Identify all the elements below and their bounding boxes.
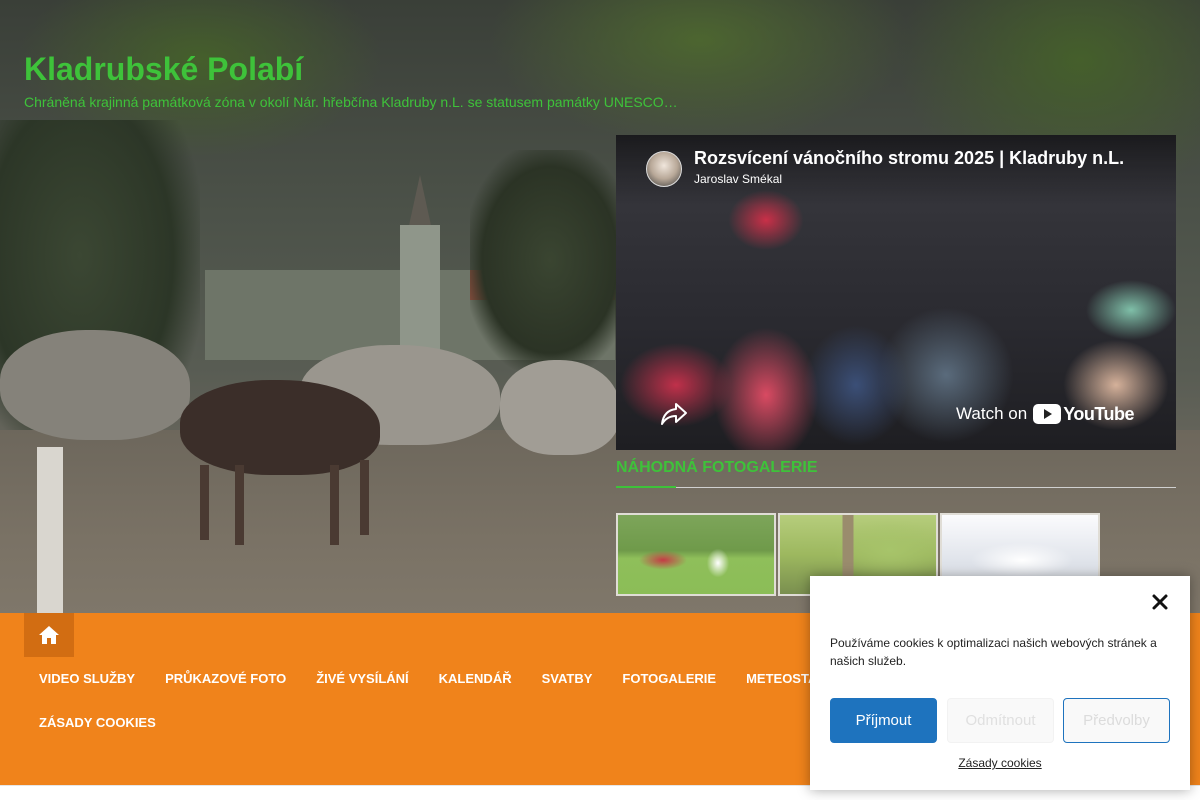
cookie-preferences-button[interactable]: Předvolby — [1063, 698, 1170, 743]
channel-avatar[interactable] — [646, 151, 682, 187]
accept-cookies-button[interactable]: Příjmout — [830, 698, 937, 743]
cookie-message: Používáme cookies k optimalizaci našich … — [830, 636, 1157, 668]
hero-fence-post — [37, 447, 63, 613]
nav-row: VIDEO SLUŽBY PRŮKAZOVÉ FOTO ŽIVÉ VYSÍLÁN… — [39, 671, 847, 687]
hero-foal-leg — [235, 465, 244, 545]
video-channel-name: Jaroslav Smékal — [694, 172, 783, 186]
home-button[interactable] — [24, 613, 74, 657]
nav-item-kalendar[interactable]: KALENDÁŘ — [439, 671, 512, 687]
gallery-heading: NÁHODNÁ FOTOGALERIE — [616, 459, 818, 476]
home-icon — [39, 626, 59, 644]
deny-cookies-button[interactable]: Odmítnout — [947, 698, 1054, 743]
nav-item-prukazove-foto[interactable]: PRŮKAZOVÉ FOTO — [165, 671, 286, 687]
nav-item-video-sluzby[interactable]: VIDEO SLUŽBY — [39, 671, 135, 687]
hero-horse — [500, 360, 620, 455]
hero-background-spire — [408, 175, 432, 230]
hero-horse — [0, 330, 190, 440]
watch-on-youtube-button[interactable]: Watch on YouTube — [956, 401, 1135, 427]
youtube-logo-icon: YouTube — [1033, 403, 1135, 425]
hero-foal-leg — [360, 460, 369, 535]
youtube-play-icon — [1033, 404, 1062, 424]
site-title[interactable]: Kladrubské Polabí — [24, 51, 303, 88]
close-icon[interactable] — [1150, 592, 1170, 612]
nav-item-svatby[interactable]: SVATBY — [542, 671, 593, 687]
nav-item-zive-vysilani[interactable]: ŽIVÉ VYSÍLÁNÍ — [316, 671, 408, 687]
cookie-consent-banner: Používáme cookies k optimalizaci našich … — [810, 576, 1190, 790]
hero-foal-leg — [330, 465, 339, 545]
video-title[interactable]: Rozsvícení vánočního stromu 2025 | Kladr… — [694, 148, 1144, 169]
watch-on-label: Watch on — [956, 404, 1028, 423]
hero-background-tower — [400, 225, 440, 360]
nav-item-zasady-cookies[interactable]: ZÁSADY COOKIES — [39, 715, 156, 731]
video-title-shade — [616, 135, 1176, 205]
youtube-wordmark: YouTube — [1063, 403, 1135, 424]
hero-background-tree — [470, 150, 630, 370]
nav-row: ZÁSADY COOKIES — [39, 715, 186, 731]
site-tagline: Chráněná krajinná památková zóna v okolí… — [24, 94, 678, 110]
hero-foal-leg — [200, 465, 209, 540]
gallery-thumb-horse-riding[interactable] — [616, 513, 776, 596]
youtube-embed[interactable]: Rozsvícení vánočního stromu 2025 | Kladr… — [616, 135, 1176, 450]
share-icon[interactable] — [660, 401, 688, 427]
nav-item-fotogalerie[interactable]: FOTOGALERIE — [622, 671, 716, 687]
gallery-divider-accent — [616, 486, 676, 488]
gallery-divider — [616, 487, 1176, 488]
cookie-policy-link[interactable]: Zásady cookies — [810, 756, 1190, 770]
hero-foal — [180, 380, 380, 475]
nav-item-meteostanice[interactable]: METEOSTA — [746, 671, 817, 687]
